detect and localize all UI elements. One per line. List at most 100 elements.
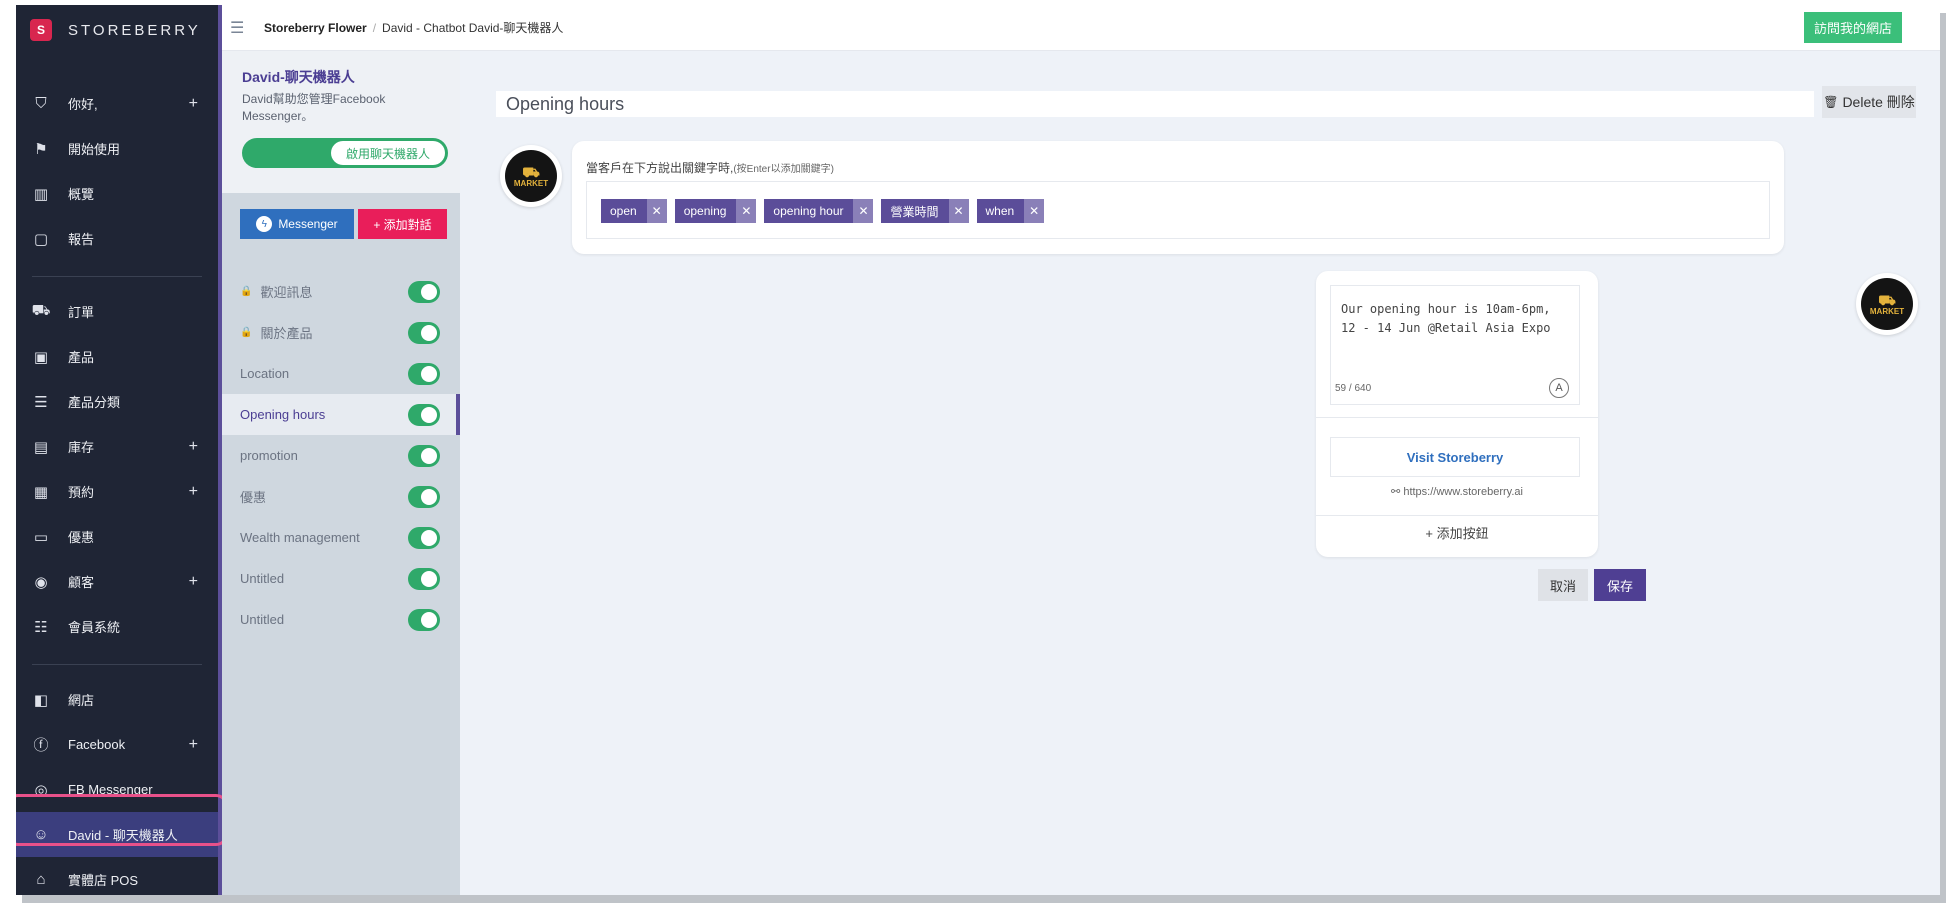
conversation-title-input[interactable]: Opening hours: [496, 91, 1814, 117]
calendar-icon: ▦: [33, 483, 49, 501]
nav-item-label: 產品分類: [68, 395, 121, 410]
nav-item-member[interactable]: ☷ 會員系統: [16, 604, 218, 649]
customer-icon: ◉: [34, 573, 48, 591]
conversation-label: Opening hours: [240, 407, 326, 422]
button-link-url: https://www.storeberry.ai: [1403, 486, 1523, 498]
nav-item-user[interactable]: ⛉ 你好, +: [16, 81, 218, 126]
toggle-knob: [421, 489, 437, 505]
nav-item-label: 顧客: [68, 575, 95, 590]
top-bar: ☰ Storeberry Flower / David - Chatbot Davi…: [222, 5, 1940, 51]
bot-avatar: ⛟ MARKET: [1856, 273, 1918, 335]
save-button[interactable]: 保存: [1594, 569, 1646, 601]
remove-tag-icon[interactable]: ✕: [1024, 199, 1045, 223]
conversation-item[interactable]: Wealth management: [222, 517, 460, 558]
cancel-button[interactable]: 取消: [1538, 569, 1588, 601]
conversation-label: 歡迎訊息: [260, 285, 313, 300]
conversation-toggle[interactable]: [408, 322, 440, 344]
conversation-label: Location: [240, 366, 290, 381]
nav-item-label: 報告: [68, 232, 95, 247]
add-conversation-button[interactable]: + 添加對話: [358, 209, 447, 239]
breadcrumb: Storeberry Flower / David - Chatbot David-…: [264, 19, 563, 36]
breadcrumb-store[interactable]: Storeberry Flower: [264, 21, 367, 35]
toggle-knob: [421, 366, 437, 382]
remove-tag-icon[interactable]: ✕: [853, 199, 874, 223]
nav-item-list[interactable]: ☰ 產品分類: [16, 379, 218, 424]
delete-button[interactable]: 🗑 Delete 刪除: [1822, 86, 1916, 118]
conversation-item[interactable]: Location: [222, 353, 460, 394]
add-button-link[interactable]: + 添加按鈕: [1316, 521, 1598, 547]
reply-button-visit-storeberry[interactable]: Visit Storeberry: [1330, 437, 1580, 477]
chatbot-header: David-聊天機器人 David幫助您管理Facebook Messenger…: [222, 51, 460, 193]
remove-tag-icon[interactable]: ✕: [948, 199, 969, 223]
keyword-input[interactable]: open ✕ opening ✕ opening hour ✕ 營業時間 ✕ when ✕: [586, 181, 1770, 239]
conversation-item[interactable]: promotion: [222, 435, 460, 476]
nav-item-cart[interactable]: ⛟ 訂單: [16, 289, 218, 334]
conversation-item[interactable]: Untitled: [222, 558, 460, 599]
brand[interactable]: S STOREBERRY: [16, 5, 218, 55]
nav-item-label: 預約: [68, 485, 95, 500]
market-cart-icon: ⛟: [1878, 291, 1896, 308]
nav-item-report[interactable]: ▢ 報告: [16, 216, 218, 261]
conversation-item[interactable]: Opening hours: [222, 394, 460, 435]
store-icon: ◧: [33, 691, 49, 709]
conversation-item[interactable]: 🔒 關於產品: [222, 312, 460, 353]
keyword-hint-small: (按Enter以添加關鍵字): [733, 164, 834, 175]
keyword-tag-label: open: [610, 204, 637, 218]
nav-item-label: 訂單: [68, 305, 95, 320]
conversation-toggle[interactable]: [408, 445, 440, 467]
conversation-toggle[interactable]: [408, 404, 440, 426]
nav-item-bag[interactable]: ▣ 產品: [16, 334, 218, 379]
expand-plus-icon[interactable]: +: [189, 438, 198, 456]
enable-chatbot-toggle[interactable]: 啟用聊天機器人: [242, 138, 448, 168]
remove-tag-icon[interactable]: ✕: [736, 199, 757, 223]
conversation-editor: Opening hours 🗑 Delete 刪除 ⛟ MARKET 當客戶在下方…: [460, 51, 1940, 895]
nav-item-inventory[interactable]: ▤ 庫存 +: [16, 424, 218, 469]
reply-char-count: 59 / 640: [1335, 383, 1372, 394]
conversation-item[interactable]: 優惠: [222, 476, 460, 517]
expand-plus-icon[interactable]: +: [189, 483, 198, 501]
report-icon: ▢: [33, 230, 49, 248]
nav-item-chart[interactable]: ▥ 概覽: [16, 171, 218, 216]
messenger-button[interactable]: ϟ Messenger: [240, 209, 354, 239]
nav-item-pos[interactable]: ⌂ 實體店 POS: [16, 857, 218, 895]
toggle-knob: [421, 571, 437, 587]
menu-toggle-icon[interactable]: ☰: [230, 18, 254, 38]
chart-icon: ▥: [33, 185, 49, 203]
expand-plus-icon[interactable]: +: [189, 736, 198, 754]
toggle-knob: [421, 448, 437, 464]
nav-list: ⛉ 你好, + ⚑ 開始使用 ▥ 概覽 ▢ 報告 ⛟ 訂單 ▣ 產品 ☰ 產品分類 ▤ 庫存 + ▦ 預約 + ▭ 優惠 ◉ 顧…: [16, 55, 218, 895]
nav-divider: [32, 276, 202, 277]
customer-avatar: ⛟ MARKET: [500, 145, 562, 207]
expand-plus-icon[interactable]: +: [189, 573, 198, 591]
text-format-icon[interactable]: A: [1549, 378, 1569, 398]
conversation-toggle[interactable]: [408, 527, 440, 549]
conversation-label: promotion: [240, 448, 298, 463]
keyword-tag-label: 營業時間: [890, 204, 939, 219]
nav-item-calendar[interactable]: ▦ 預約 +: [16, 469, 218, 514]
reply-card: Our opening hour is 10am-6pm, 12 - 14 Ju…: [1316, 271, 1598, 557]
nav-divider: [32, 664, 202, 665]
reply-textarea[interactable]: Our opening hour is 10am-6pm, 12 - 14 Ju…: [1330, 285, 1580, 405]
member-icon: ☷: [34, 618, 48, 636]
nav-item-flag[interactable]: ⚑ 開始使用: [16, 126, 218, 171]
nav-item-facebook[interactable]: ⓕ Facebook +: [16, 722, 218, 767]
visit-store-button[interactable]: 訪問我的網店: [1803, 12, 1902, 43]
conversation-toggle[interactable]: [408, 609, 440, 631]
keyword-tag: open ✕: [601, 199, 667, 223]
nav-item-store[interactable]: ◧ 網店: [16, 677, 218, 722]
remove-tag-icon[interactable]: ✕: [646, 199, 667, 223]
reply-text: Our opening hour is 10am-6pm, 12 - 14 Ju…: [1341, 302, 1558, 335]
nav-item-coupon[interactable]: ▭ 優惠: [16, 514, 218, 559]
conversation-toggle[interactable]: [408, 363, 440, 385]
expand-plus-icon[interactable]: +: [189, 95, 198, 113]
conversation-label: Untitled: [240, 612, 285, 627]
trash-icon: 🗑: [1823, 95, 1839, 109]
conversation-toggle[interactable]: [408, 486, 440, 508]
conversation-label: 關於產品: [260, 326, 313, 341]
conversation-toggle[interactable]: [408, 568, 440, 590]
conversation-item[interactable]: 🔒 歡迎訊息: [222, 271, 460, 312]
conversation-label: 優惠: [240, 490, 267, 505]
conversation-item[interactable]: Untitled: [222, 599, 460, 640]
conversation-toggle[interactable]: [408, 281, 440, 303]
nav-item-customer[interactable]: ◉ 顧客 +: [16, 559, 218, 604]
